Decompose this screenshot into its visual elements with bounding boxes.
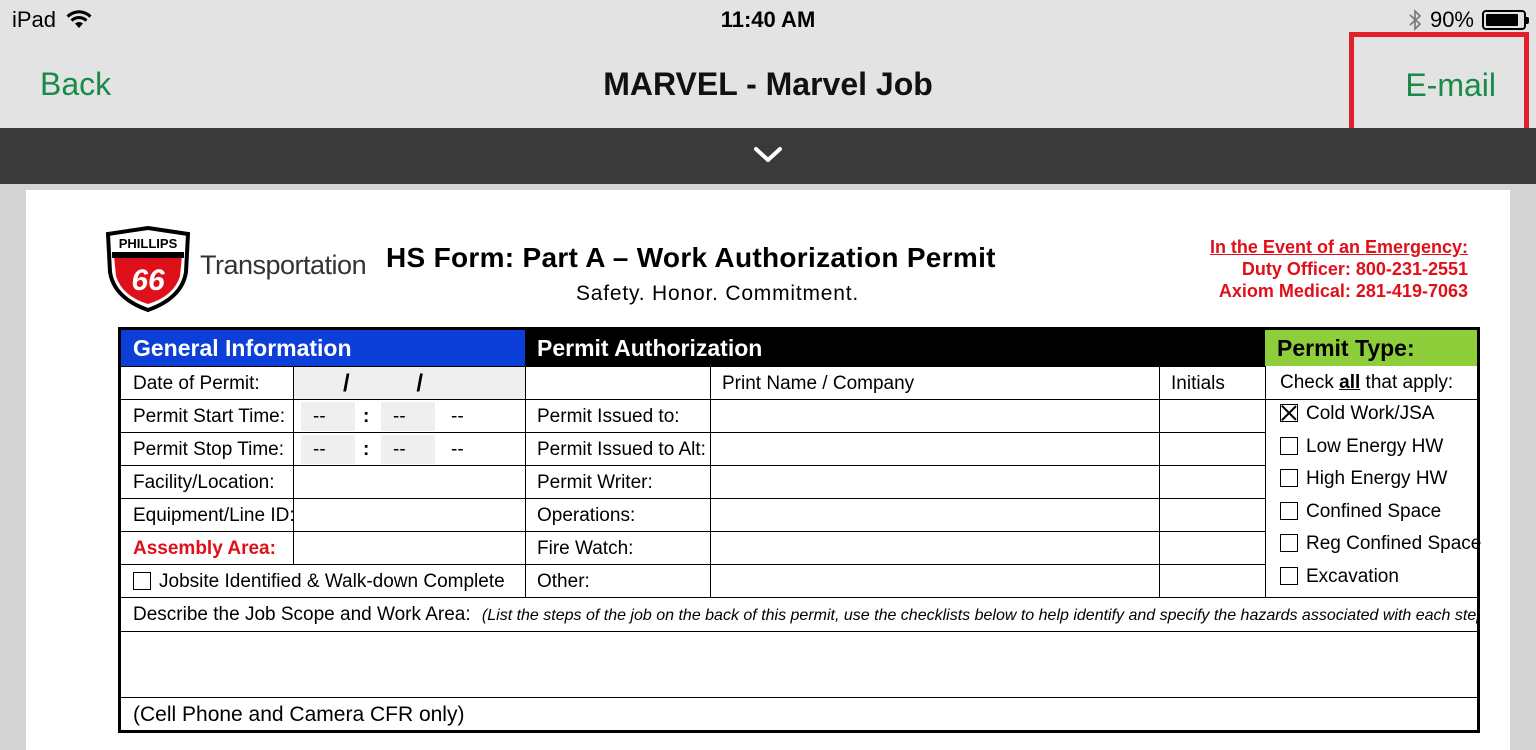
stop-minute-input[interactable]: -- <box>381 435 435 464</box>
assembly-area-input[interactable] <box>293 532 525 565</box>
date-label: Date of Permit: <box>133 373 260 394</box>
document-drawer-toggle[interactable] <box>0 128 1536 184</box>
form-subtitle: Safety. Honor. Commitment. <box>576 282 860 305</box>
permit-type-option[interactable]: High Energy HW <box>1280 467 1448 491</box>
duty-officer-phone: Duty Officer: 800-231-2551 <box>1241 259 1468 279</box>
permit-type-label: Confined Space <box>1306 501 1442 522</box>
stop-hour-input[interactable]: -- <box>301 435 355 464</box>
checkbox-checked-icon[interactable] <box>1280 404 1298 422</box>
emergency-heading: In the Event of an Emergency: <box>1209 237 1468 257</box>
checkbox-icon[interactable] <box>1280 534 1298 552</box>
form-row: Equipment/Line ID: Operations: <box>121 498 1265 532</box>
permit-type-label: High Energy HW <box>1306 468 1448 489</box>
start-hour-input[interactable]: -- <box>301 402 355 431</box>
initials-header: Initials <box>1171 373 1225 394</box>
battery-percent: 90% <box>1429 7 1474 32</box>
auth-row-label: Operations: <box>537 505 636 526</box>
form-row: Assembly Area: Fire Watch: <box>121 531 1265 565</box>
facility-label: Facility/Location: <box>133 472 275 493</box>
battery-icon <box>1482 10 1529 30</box>
permit-type-option[interactable]: Reg Confined Space <box>1280 532 1481 556</box>
assembly-area-label: Assembly Area: <box>133 538 276 559</box>
status-right: 90% <box>1408 7 1529 33</box>
auth-row-label: Permit Issued to Alt: <box>537 439 706 460</box>
start-time-label: Permit Start Time: <box>133 406 286 427</box>
form-row: Date of Permit: / / Print Name / Company… <box>121 366 1265 400</box>
auth-row-label: Permit Issued to: <box>537 406 680 427</box>
logo-wordmark: PHILLIPS <box>119 236 178 251</box>
jobsite-label: Jobsite Identified & Walk-down Complete <box>159 571 505 592</box>
permit-type-label: Reg Confined Space <box>1306 533 1482 554</box>
auth-row-label: Permit Writer: <box>537 472 653 493</box>
footer-note: (Cell Phone and Camera CFR only) <box>133 703 465 726</box>
form-row: Permit Start Time: -- : -- -- Permit Iss… <box>121 399 1265 433</box>
form-row: Jobsite Identified & Walk-down Complete … <box>121 564 1265 598</box>
navigation-bar: Back MARVEL - Marvel Job E-mail <box>0 32 1536 140</box>
battery-fill <box>1486 14 1518 26</box>
stop-time-separator: : <box>363 439 370 460</box>
check-all-instruction: Check all that apply: <box>1280 371 1453 395</box>
checkbox-icon[interactable] <box>1280 502 1298 520</box>
jobsite-checkbox-row[interactable]: Jobsite Identified & Walk-down Complete <box>121 565 525 598</box>
date-of-permit-input[interactable]: / / <box>293 367 525 400</box>
permit-type-option[interactable]: Cold Work/JSA <box>1280 402 1434 426</box>
check-suffix: that apply: <box>1360 372 1454 393</box>
axiom-medical-phone: Axiom Medical: 281-419-7063 <box>1218 281 1468 301</box>
bluetooth-icon <box>1409 9 1422 31</box>
clock: 11:40 AM <box>720 7 816 32</box>
permit-type-panel: Check all that apply: Cold Work/JSA Low … <box>1265 366 1481 597</box>
describe-hint: (List the steps of the job on the back o… <box>481 607 1477 624</box>
auth-row-label: Fire Watch: <box>537 538 634 559</box>
equipment-label: Equipment/Line ID: <box>133 505 293 526</box>
permit-form: General Information Permit Authorization… <box>118 327 1481 733</box>
form-row: Facility/Location: Permit Writer: <box>121 465 1265 499</box>
permit-type-label: Excavation <box>1306 566 1399 587</box>
general-information-header: General Information <box>121 330 525 366</box>
start-time-separator: : <box>363 406 370 427</box>
permit-type-header: Permit Type: <box>1265 330 1477 366</box>
name-company-header: Print Name / Company <box>722 373 915 394</box>
email-highlight-box: E-mail <box>1349 32 1529 140</box>
jobsite-checkbox[interactable] <box>133 572 151 590</box>
status-bar: iPad 11:40 AM 90% <box>0 0 1536 40</box>
job-scope-input[interactable] <box>121 631 1477 697</box>
chevron-down-icon[interactable] <box>753 145 783 165</box>
form-row: Permit Stop Time: -- : -- -- Permit Issu… <box>121 432 1265 466</box>
emergency-contacts: In the Event of an Emergency: Duty Offic… <box>1210 236 1468 302</box>
permit-authorization-header: Permit Authorization <box>525 330 1265 366</box>
checkbox-icon[interactable] <box>1280 469 1298 487</box>
permit-document: PHILLIPS 66 Transportation HS Form: Part… <box>26 190 1510 750</box>
blank-cell <box>525 367 710 400</box>
auth-row-label: Other: <box>537 571 590 592</box>
checkbox-icon[interactable] <box>1280 567 1298 585</box>
checkbox-icon[interactable] <box>1280 437 1298 455</box>
stop-ampm-input[interactable]: -- <box>439 433 499 466</box>
phillips-66-logo: PHILLIPS 66 <box>105 226 191 312</box>
logo-number: 66 <box>131 264 165 297</box>
form-title: HS Form: Part A – Work Authorization Per… <box>386 242 996 273</box>
stop-time-label: Permit Stop Time: <box>133 439 284 460</box>
brand-name: Transportation <box>200 250 367 280</box>
equipment-input[interactable] <box>293 499 525 532</box>
check-all-emphasis: all <box>1339 372 1361 393</box>
permit-type-label: Cold Work/JSA <box>1306 403 1435 424</box>
permit-type-label: Low Energy HW <box>1306 436 1444 457</box>
describe-row: Describe the Job Scope and Work Area: (L… <box>121 597 1477 631</box>
facility-input[interactable] <box>293 466 525 499</box>
check-prefix: Check <box>1280 372 1340 393</box>
permit-type-option[interactable]: Confined Space <box>1280 500 1441 524</box>
permit-type-option[interactable]: Excavation <box>1280 565 1399 589</box>
footer-row: (Cell Phone and Camera CFR only) <box>121 697 1477 733</box>
permit-type-option[interactable]: Low Energy HW <box>1280 435 1443 459</box>
describe-label-cell: Describe the Job Scope and Work Area: (L… <box>121 598 1477 632</box>
describe-label: Describe the Job Scope and Work Area: <box>133 604 471 625</box>
start-minute-input[interactable]: -- <box>381 402 435 431</box>
start-ampm-input[interactable]: -- <box>439 400 499 433</box>
nav-title: MARVEL - Marvel Job <box>603 66 933 102</box>
email-button[interactable]: E-mail <box>1405 67 1496 104</box>
